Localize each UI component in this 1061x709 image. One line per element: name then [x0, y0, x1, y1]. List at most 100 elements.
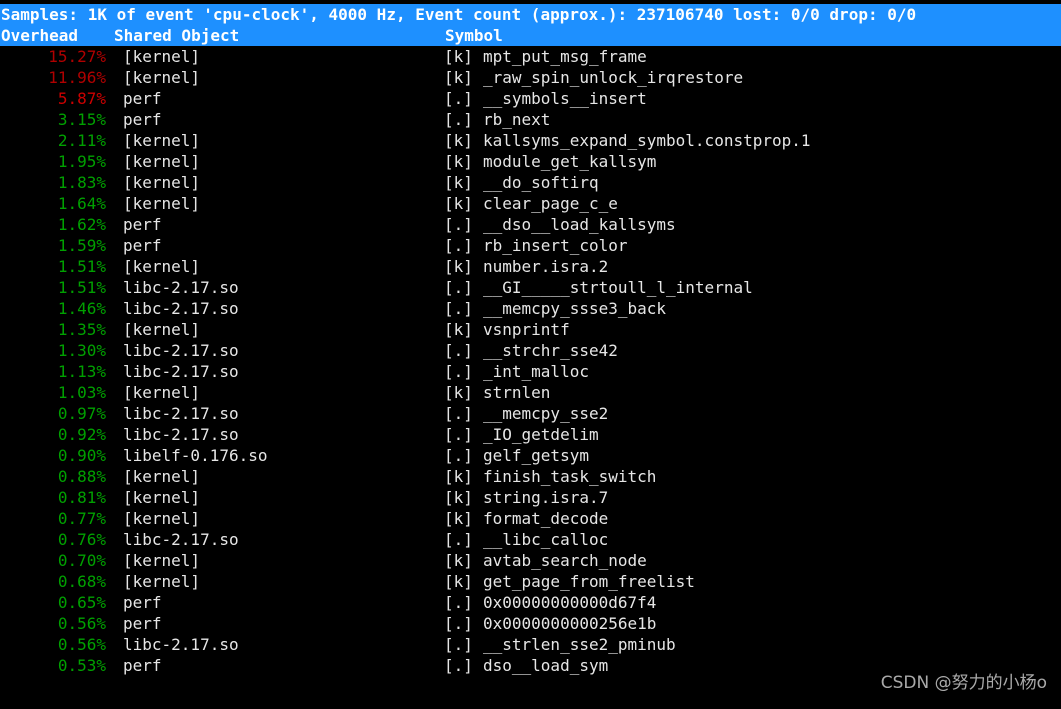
column-header-symbol[interactable]: Symbol [445, 25, 503, 46]
report-row-list: 15.27% [kernel] [k] mpt_put_msg_frame 11.96%… [0, 46, 1061, 676]
row-overhead-percent: 11.96% [48, 68, 106, 87]
row-symbol-name: clear_page_c_e [483, 194, 618, 213]
row-symbol-kind-marker: [.] [444, 215, 473, 234]
table-row[interactable]: 0.90% libelf-0.176.so [.] gelf_getsym [0, 445, 1061, 466]
row-symbol-name: __dso__load_kallsyms [483, 215, 676, 234]
table-row[interactable]: 2.11% [kernel] [k] kallsyms_expand_symbol.c… [0, 130, 1061, 151]
row-overhead-percent: 0.97% [57, 404, 106, 423]
row-shared-object: [kernel] [123, 257, 201, 276]
table-row[interactable]: 0.65% perf [.] 0x00000000000d67f4 [0, 592, 1061, 613]
table-row[interactable]: 1.13% libc-2.17.so [.] _int_malloc [0, 361, 1061, 382]
row-shared-object: perf [123, 614, 162, 633]
table-row[interactable]: 1.46% libc-2.17.so [.] __memcpy_ssse3_back [0, 298, 1061, 319]
table-row[interactable]: 1.51% [kernel] [k] number.isra.2 [0, 256, 1061, 277]
row-symbol-kind-marker: [k] [444, 383, 473, 402]
row-overhead-percent: 1.95% [57, 152, 106, 171]
row-overhead-percent: 2.11% [57, 131, 106, 150]
table-row[interactable]: 1.59% perf [.] rb_insert_color [0, 235, 1061, 256]
table-row[interactable]: 1.95% [kernel] [k] module_get_kallsym [0, 151, 1061, 172]
row-shared-object: [kernel] [123, 383, 201, 402]
row-symbol-kind-marker: [.] [444, 341, 473, 360]
row-shared-object: [kernel] [123, 194, 201, 213]
row-symbol-name: __libc_calloc [483, 530, 609, 549]
row-shared-object: [kernel] [123, 47, 201, 66]
table-row[interactable]: 0.77% [kernel] [k] format_decode [0, 508, 1061, 529]
row-symbol-kind-marker: [k] [444, 194, 473, 213]
table-row[interactable]: 0.88% [kernel] [k] finish_task_switch [0, 466, 1061, 487]
row-shared-object: [kernel] [123, 152, 201, 171]
row-symbol-kind-marker: [k] [444, 551, 473, 570]
table-row[interactable]: 1.83% [kernel] [k] __do_softirq [0, 172, 1061, 193]
table-row[interactable]: 1.62% perf [.] __dso__load_kallsyms [0, 214, 1061, 235]
row-overhead-percent: 0.92% [57, 425, 106, 444]
table-row[interactable]: 0.81% [kernel] [k] string.isra.7 [0, 487, 1061, 508]
row-shared-object: perf [123, 110, 162, 129]
table-row[interactable]: 0.68% [kernel] [k] get_page_from_freelist [0, 571, 1061, 592]
csdn-watermark: CSDN @努力的小杨o [880, 673, 1047, 693]
row-overhead-percent: 1.30% [57, 341, 106, 360]
row-overhead-percent: 0.56% [57, 614, 106, 633]
row-symbol-kind-marker: [.] [444, 656, 473, 675]
row-symbol-kind-marker: [k] [444, 68, 473, 87]
table-row[interactable]: 1.30% libc-2.17.so [.] __strchr_sse42 [0, 340, 1061, 361]
row-shared-object: libc-2.17.so [123, 341, 239, 360]
row-symbol-name: module_get_kallsym [483, 152, 657, 171]
perf-header-block: Samples: 1K of event 'cpu-clock', 4000 H… [0, 4, 1061, 46]
row-overhead-percent: 15.27% [48, 47, 106, 66]
row-shared-object: [kernel] [123, 551, 201, 570]
table-row[interactable]: 1.64% [kernel] [k] clear_page_c_e [0, 193, 1061, 214]
row-symbol-name: dso__load_sym [483, 656, 609, 675]
table-row[interactable]: 0.56% libc-2.17.so [.] __strlen_sse2_pminub [0, 634, 1061, 655]
table-row[interactable]: 5.87% perf [.] __symbols__insert [0, 88, 1061, 109]
table-row[interactable]: 0.56% perf [.] 0x0000000000256e1b [0, 613, 1061, 634]
column-header-overhead[interactable]: Overhead [1, 25, 114, 46]
perf-report-terminal: Samples: 1K of event 'cpu-clock', 4000 H… [0, 0, 1061, 709]
row-symbol-name: string.isra.7 [483, 488, 609, 507]
row-shared-object: perf [123, 236, 162, 255]
row-symbol-name: __strchr_sse42 [483, 341, 618, 360]
column-header-row: Overhead Shared Object Symbol [0, 25, 1061, 46]
table-row[interactable]: 0.70% [kernel] [k] avtab_search_node [0, 550, 1061, 571]
row-overhead-percent: 1.46% [57, 299, 106, 318]
table-row[interactable]: 0.92% libc-2.17.so [.] _IO_getdelim [0, 424, 1061, 445]
row-overhead-percent: 1.51% [57, 257, 106, 276]
row-symbol-kind-marker: [k] [444, 488, 473, 507]
row-overhead-percent: 0.77% [57, 509, 106, 528]
table-row[interactable]: 0.53% perf [.] dso__load_sym [0, 655, 1061, 676]
row-shared-object: libc-2.17.so [123, 425, 239, 444]
row-symbol-kind-marker: [.] [444, 614, 473, 633]
row-symbol-name: __memcpy_ssse3_back [483, 299, 667, 318]
row-shared-object: perf [123, 89, 162, 108]
row-symbol-name: _IO_getdelim [483, 425, 599, 444]
row-overhead-percent: 1.03% [57, 383, 106, 402]
row-shared-object: [kernel] [123, 488, 201, 507]
table-row[interactable]: 1.51% libc-2.17.so [.] __GI_____strtoull_l_… [0, 277, 1061, 298]
table-row[interactable]: 1.03% [kernel] [k] strnlen [0, 382, 1061, 403]
table-row[interactable]: 1.35% [kernel] [k] vsnprintf [0, 319, 1061, 340]
row-symbol-kind-marker: [.] [444, 530, 473, 549]
table-row[interactable]: 0.76% libc-2.17.so [.] __libc_calloc [0, 529, 1061, 550]
table-row[interactable]: 15.27% [kernel] [k] mpt_put_msg_frame [0, 46, 1061, 67]
row-overhead-percent: 0.56% [57, 635, 106, 654]
row-symbol-name: _raw_spin_unlock_irqrestore [483, 68, 744, 87]
column-header-shared-object[interactable]: Shared Object [114, 25, 445, 46]
row-overhead-percent: 1.64% [57, 194, 106, 213]
row-symbol-kind-marker: [k] [444, 173, 473, 192]
row-shared-object: libc-2.17.so [123, 635, 239, 654]
row-overhead-percent: 0.90% [57, 446, 106, 465]
row-overhead-percent: 1.62% [57, 215, 106, 234]
row-shared-object: [kernel] [123, 320, 201, 339]
row-shared-object: [kernel] [123, 173, 201, 192]
row-symbol-kind-marker: [.] [444, 425, 473, 444]
table-row[interactable]: 0.97% libc-2.17.so [.] __memcpy_sse2 [0, 403, 1061, 424]
row-shared-object: perf [123, 656, 162, 675]
table-row[interactable]: 11.96% [kernel] [k] _raw_spin_unlock_irqres… [0, 67, 1061, 88]
row-shared-object: libc-2.17.so [123, 530, 239, 549]
table-row[interactable]: 3.15% perf [.] rb_next [0, 109, 1061, 130]
row-symbol-name: __strlen_sse2_pminub [483, 635, 676, 654]
row-symbol-kind-marker: [k] [444, 509, 473, 528]
row-shared-object: [kernel] [123, 509, 201, 528]
row-overhead-percent: 1.59% [57, 236, 106, 255]
row-symbol-kind-marker: [.] [444, 89, 473, 108]
row-shared-object: [kernel] [123, 68, 201, 87]
